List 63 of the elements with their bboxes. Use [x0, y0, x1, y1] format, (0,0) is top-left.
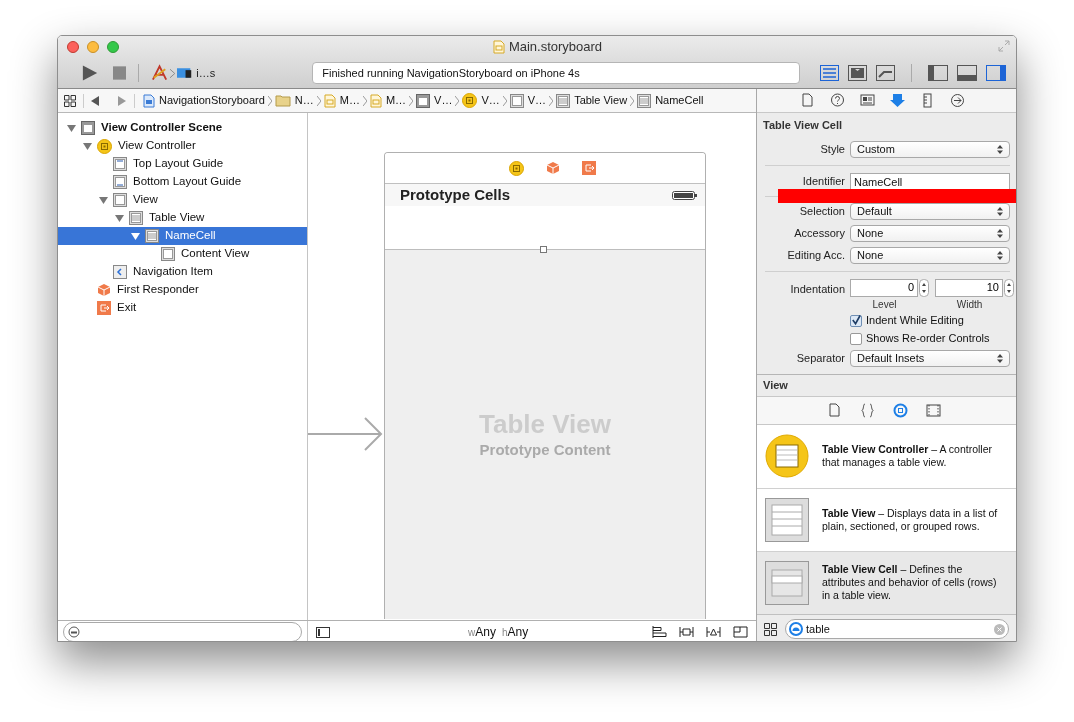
library-item-description: Table View Controller – A controller that manages a table view. [822, 443, 993, 469]
path-item[interactable]: M… [369, 92, 407, 109]
field-label: Style [819, 142, 845, 158]
field-label: Accessory [793, 226, 845, 242]
scheme-label[interactable]: i…s [196, 64, 216, 82]
outline-item[interactable]: Navigation Item [58, 263, 307, 281]
placeholder-subtitle: Prototype Content [479, 440, 611, 460]
path-item[interactable]: N… [274, 92, 314, 109]
size-class-control[interactable]: wAny hAny [468, 623, 529, 641]
outline-item[interactable]: NameCell [58, 227, 307, 245]
outline-item[interactable]: Table View [58, 209, 307, 227]
window-title: Main.storyboard [508, 38, 603, 57]
path-item[interactable]: Table View [556, 92, 628, 109]
library-search-field[interactable]: table [785, 619, 1009, 639]
outline-label: First Responder [117, 282, 199, 298]
outline-label: NameCell [165, 228, 216, 244]
navigation-title: Prototype Cells [400, 184, 511, 205]
field-caption: Width [956, 297, 983, 312]
section-title: View [763, 377, 788, 393]
popup-button[interactable]: None [850, 225, 1010, 242]
outline-item[interactable]: Exit [58, 299, 307, 317]
library-item[interactable]: Table View Cell – Defines the attributes and behavior of cells (rows) in a table view. [757, 550, 1016, 614]
outline-label: Content View [181, 246, 250, 262]
number-field[interactable]: 0 [850, 278, 918, 297]
section-title: Table View Cell [763, 118, 844, 133]
outline-label: Top Layout Guide [133, 156, 224, 172]
library-item-description: Table View Cell – Defines the attributes and behavior of cells (rows) in a table view. [822, 563, 998, 602]
status-field: Finished running NavigationStoryboard on iPhone 4s [312, 62, 801, 84]
popup-button[interactable]: Default Insets [850, 350, 1010, 367]
outline-label: Navigation Item [133, 264, 213, 280]
path-item[interactable]: NameCell [637, 92, 704, 109]
popup-button[interactable]: None [850, 247, 1010, 264]
field-label: Editing Acc. [786, 248, 845, 264]
path-item[interactable]: V… [462, 92, 500, 109]
outline-label: View Controller Scene [101, 120, 223, 136]
field-label: Selection [798, 204, 845, 220]
outline-label: View Controller [118, 138, 196, 154]
path-item[interactable]: M… [323, 92, 360, 109]
outline-item[interactable]: First Responder [58, 281, 307, 299]
outline-item[interactable]: Content View [58, 245, 307, 263]
popup-button[interactable]: Custom [850, 141, 1010, 158]
outline-item[interactable]: View [58, 191, 307, 209]
outline-label: Exit [117, 300, 137, 316]
library-item-description: Table View – Displays data in a list of plain, sectioned, or grouped rows. [822, 506, 999, 533]
field-label: Indentation [789, 281, 845, 297]
identifier-field[interactable]: NameCell [850, 172, 1010, 189]
field-caption: Level [872, 297, 897, 312]
field-label: Separator [795, 351, 845, 367]
field-label: Identifier [801, 174, 845, 188]
path-item[interactable]: V… [509, 92, 547, 109]
popup-button[interactable]: Default [850, 203, 1010, 220]
outline-item[interactable]: View Controller [58, 137, 307, 155]
outline-item[interactable]: View Controller Scene [58, 119, 307, 137]
path-item[interactable]: V… [416, 92, 453, 109]
checkbox-label: Indent While Editing [866, 313, 964, 329]
number-field[interactable]: 10 [935, 278, 1003, 297]
outline-label: Table View [149, 210, 205, 226]
path-item[interactable]: NavigationStoryboard [143, 92, 265, 109]
outline-label: View [133, 192, 158, 208]
checkbox-label: Shows Re-order Controls [866, 331, 990, 347]
outline-label: Bottom Layout Guide [133, 174, 242, 190]
outline-item[interactable]: Bottom Layout Guide [58, 173, 307, 191]
outline-item[interactable]: Top Layout Guide [58, 155, 307, 173]
